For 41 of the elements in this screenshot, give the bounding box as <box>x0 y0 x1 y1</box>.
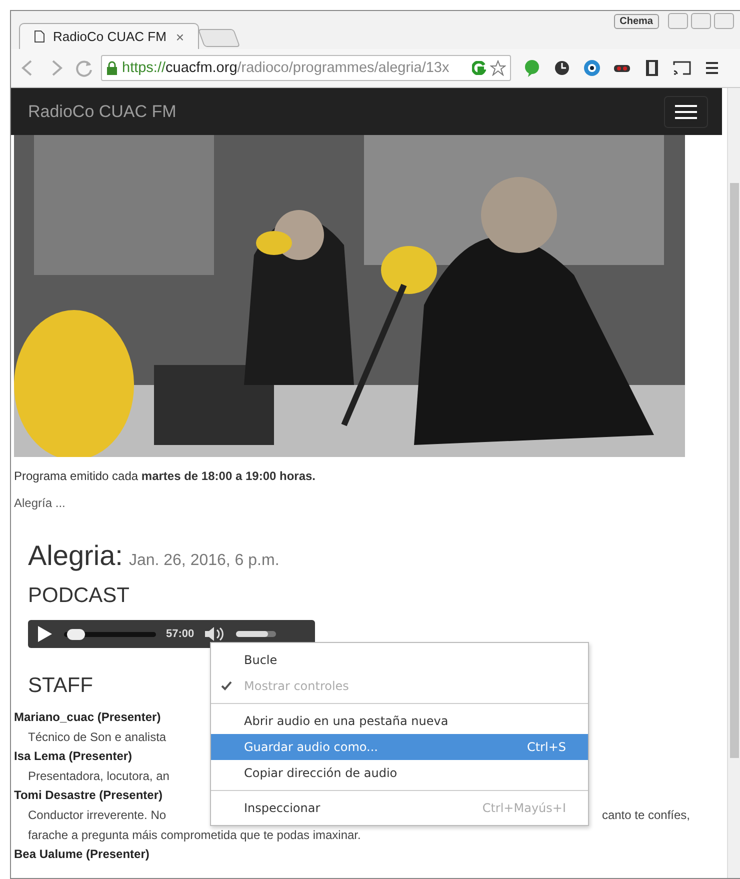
staff-name: Bea Ualume (Presenter) <box>14 846 150 863</box>
section-heading: PODCAST <box>28 584 130 608</box>
staff-name: Isa Lema (Presenter) <box>14 748 132 765</box>
browser-tab[interactable]: RadioCo CUAC FM × <box>19 23 199 49</box>
eye-icon[interactable] <box>583 59 601 77</box>
episode-date: Jan. 26, 2016, 6 p.m. <box>128 552 280 570</box>
film-icon[interactable] <box>643 59 661 77</box>
cast-icon[interactable] <box>673 59 691 77</box>
schedule-text: Programa emitido cada martes de 18:00 a 19:00 horas. <box>14 469 317 483</box>
play-icon[interactable] <box>36 625 54 643</box>
clock-icon[interactable] <box>553 59 571 77</box>
playback-time: 57:00 <box>166 628 194 640</box>
staff-name: Tomi Desastre (Presenter) <box>14 787 162 804</box>
menu-icon[interactable] <box>703 59 721 77</box>
staff-description: canto te confíes, <box>602 807 690 824</box>
staff-description: farache a pregunta máis comprometida que te podas imaxinar. <box>28 827 361 844</box>
chat-icon[interactable] <box>523 59 541 77</box>
slider-thumb[interactable] <box>66 628 85 640</box>
site-brand[interactable]: RadioCo CUAC FM <box>28 102 176 122</box>
staff-description: Presentadora, locutora, an <box>28 768 170 785</box>
summary-text: Alegría ... <box>14 496 66 510</box>
volume-icon[interactable] <box>204 625 226 643</box>
address-bar[interactable]: https://cuacfm.org/radioco/programmes/alegria/13x <box>101 55 511 81</box>
staff-description: Técnico de Son e analista <box>28 729 166 746</box>
star-icon[interactable] <box>490 60 506 76</box>
staff-name: Mariano_cuac (Presenter) <box>14 709 161 726</box>
menu-button[interactable] <box>664 96 708 128</box>
page-icon <box>34 30 45 43</box>
menu-item[interactable]: Bucle <box>211 647 588 673</box>
staff-description: Conductor irreverente. No <box>28 807 166 824</box>
section-heading: STAFF <box>28 674 93 698</box>
scrollbar[interactable] <box>727 88 740 878</box>
profile-button[interactable]: Chema <box>614 14 659 28</box>
volume-slider[interactable] <box>236 631 276 637</box>
extension-icon[interactable] <box>472 61 486 75</box>
lock-icon <box>106 61 118 75</box>
episode-title: Alegria: <box>28 540 123 572</box>
close-tab-button[interactable]: × <box>176 28 184 44</box>
menu-item[interactable]: Inspeccionar Ctrl+Mayús+I <box>211 795 588 821</box>
menu-item[interactable]: Abrir audio en una pestaña nueva <box>211 708 588 734</box>
menu-item[interactable]: Copiar dirección de audio <box>211 760 588 786</box>
